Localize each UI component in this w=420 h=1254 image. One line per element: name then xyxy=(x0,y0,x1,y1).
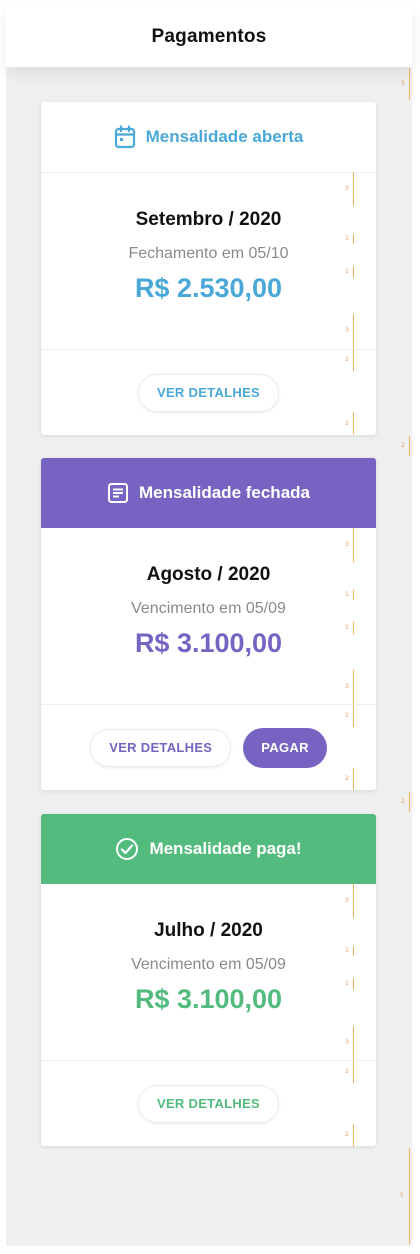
guide-mark xyxy=(353,412,354,434)
due-date: Vencimento em 05/09 xyxy=(131,600,286,617)
guide-mark xyxy=(409,68,410,100)
guide-mark xyxy=(353,768,354,790)
card-status-header: Mensalidade paga! xyxy=(41,814,376,884)
card-status-label: Mensalidade aberta xyxy=(145,127,304,146)
guide-label: 1 xyxy=(345,947,349,954)
guide-label: 2 xyxy=(401,442,405,449)
guide-label: 3 xyxy=(401,80,405,87)
pay-button[interactable]: PAGAR xyxy=(243,727,327,768)
guide-label: 2 xyxy=(345,1068,349,1075)
closing-date: Fechamento em 05/10 xyxy=(128,245,289,262)
check-circle-icon xyxy=(115,837,139,861)
billing-period: Agosto / 2020 xyxy=(146,564,271,585)
guide-mark xyxy=(409,792,410,812)
card-actions: VER DETALHES xyxy=(41,350,376,435)
guide-label: 5 xyxy=(400,1192,404,1199)
guide-mark xyxy=(353,266,354,278)
card-status-header: Mensalidade fechada xyxy=(41,458,376,528)
card-body: Agosto / 2020 Vencimento em 05/09 R$ 3.1… xyxy=(41,528,376,705)
guide-label: 3 xyxy=(345,897,349,904)
card-body: Julho / 2020 Vencimento em 05/09 R$ 3.10… xyxy=(41,884,376,1061)
card-actions: VER DETALHES xyxy=(41,1061,376,1146)
view-details-button[interactable]: VER DETALHES xyxy=(137,373,280,412)
guide-mark xyxy=(353,978,354,990)
card-body: Setembro / 2020 Fechamento em 05/10 R$ 2… xyxy=(41,173,376,350)
guide-mark xyxy=(353,590,354,600)
invoice-card-paid: Mensalidade paga! Julho / 2020 Venciment… xyxy=(41,814,376,1146)
view-details-button[interactable]: VER DETALHES xyxy=(90,728,232,767)
amount-value: R$ 3.100,00 xyxy=(134,628,283,658)
guide-mark xyxy=(353,314,354,348)
guide-label: 1 xyxy=(345,624,349,631)
page-title: Pagamentos xyxy=(151,25,267,47)
card-status-header: Mensalidade aberta xyxy=(41,102,376,173)
guide-mark xyxy=(353,1026,354,1060)
guide-mark xyxy=(353,172,354,206)
document-icon xyxy=(107,482,129,504)
card-actions: VER DETALHES PAGAR xyxy=(41,705,376,790)
guide-mark xyxy=(353,946,354,956)
view-details-button[interactable]: VER DETALHES xyxy=(137,1084,280,1123)
calendar-icon xyxy=(114,125,136,149)
guide-label: 1 xyxy=(345,268,349,275)
guide-mark xyxy=(353,705,354,727)
guide-mark xyxy=(409,1148,410,1244)
guide-label: 2 xyxy=(345,775,349,782)
guide-label: 3 xyxy=(345,327,349,334)
card-status-label: Mensalidade fechada xyxy=(138,483,310,502)
guide-mark xyxy=(409,436,410,456)
guide-label: 1 xyxy=(345,591,349,598)
guide-mark xyxy=(353,1061,354,1083)
app-header: Pagamentos xyxy=(6,6,412,67)
guide-label: 3 xyxy=(345,683,349,690)
invoice-card-closed: Mensalidade fechada Agosto / 2020 Vencim… xyxy=(41,458,376,790)
guide-label: 3 xyxy=(345,541,349,548)
guide-label: 1 xyxy=(345,980,349,987)
due-date: Vencimento em 05/09 xyxy=(131,956,286,973)
guide-label: 2 xyxy=(345,356,349,363)
billing-period: Setembro / 2020 xyxy=(135,209,282,230)
guide-label: 2 xyxy=(345,420,349,427)
amount-value: R$ 3.100,00 xyxy=(134,984,283,1014)
card-status-label: Mensalidade paga! xyxy=(149,839,302,858)
guide-mark xyxy=(353,528,354,562)
guide-label: 2 xyxy=(345,712,349,719)
amount-value: R$ 2.530,00 xyxy=(134,273,283,303)
guide-mark xyxy=(353,234,354,244)
guide-mark xyxy=(353,1124,354,1146)
guide-mark xyxy=(353,670,354,704)
guide-mark xyxy=(353,349,354,371)
guide-label: 2 xyxy=(345,1131,349,1138)
billing-period: Julho / 2020 xyxy=(154,920,263,941)
invoice-card-open: Mensalidade aberta Setembro / 2020 Fecha… xyxy=(41,102,376,435)
guide-mark xyxy=(353,622,354,634)
guide-label: 2 xyxy=(401,798,405,805)
guide-mark xyxy=(353,884,354,918)
guide-label: 3 xyxy=(345,185,349,192)
guide-label: 3 xyxy=(345,1039,349,1046)
guide-label: 1 xyxy=(345,235,349,242)
